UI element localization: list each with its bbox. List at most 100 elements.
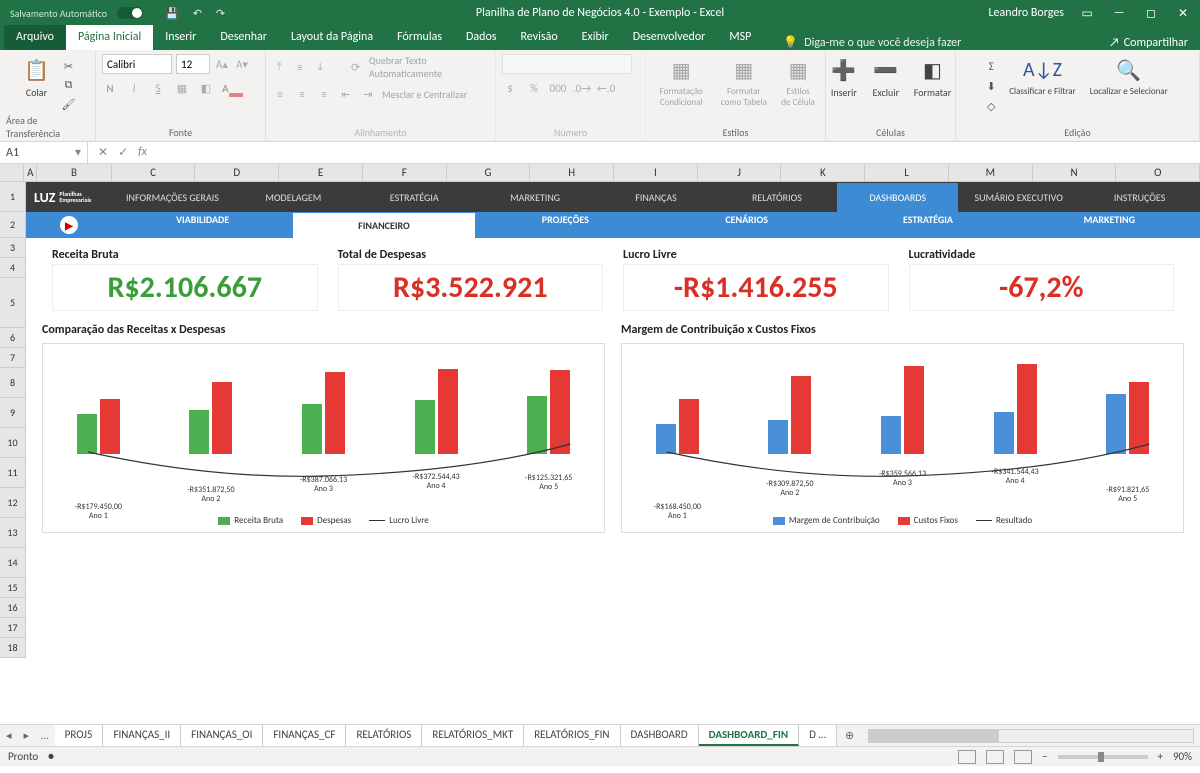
tab-página-inicial[interactable]: Página Inicial [66,25,153,50]
dash-nav-item[interactable]: INFORMAÇÕES GERAIS [112,183,233,212]
col-header[interactable]: J [698,164,782,181]
comma-icon[interactable]: 000 [550,80,566,96]
dash-nav-item[interactable]: ESTRATÉGIA [354,183,475,212]
col-header[interactable]: I [614,164,698,181]
col-header[interactable]: M [949,164,1033,181]
dash-subnav-item[interactable]: CENÁRIOS [656,213,837,238]
dash-subnav-item[interactable]: FINANCEIRO [293,213,474,238]
sheet-tab[interactable]: RELATÓRIOS_FIN [524,725,620,746]
dash-nav-item[interactable]: FINANÇAS [596,183,717,212]
sheet-tab[interactable]: DASHBOARD_FIN [699,725,799,746]
orientation-icon[interactable]: ⟳ [348,59,362,75]
row-header[interactable]: 13 [0,518,26,548]
increase-indent-icon[interactable]: ⇥ [360,86,376,102]
tab-revisão[interactable]: Revisão [509,25,570,50]
align-middle-icon[interactable]: ≡ [292,59,306,75]
tab-exibir[interactable]: Exibir [570,25,621,50]
select-all-corner[interactable] [0,164,24,181]
sheet-tab[interactable]: FINANÇAS_II [103,725,181,746]
row-header[interactable]: 14 [0,548,26,578]
play-icon[interactable]: ▶ [60,216,78,234]
col-header[interactable]: B [37,164,111,181]
autosave-toggle[interactable] [117,7,143,19]
enter-formula-icon[interactable]: ✓ [118,145,128,160]
sheet-tab[interactable]: DASHBOARD [621,725,699,746]
minimize-icon[interactable]: — [1110,6,1128,20]
font-color-icon[interactable]: A [222,82,243,95]
row-header[interactable]: 11 [0,458,26,488]
col-header[interactable]: K [781,164,865,181]
decrease-decimal-icon[interactable]: ←.0 [598,80,614,96]
tab-fórmulas[interactable]: Fórmulas [385,25,454,50]
border-icon[interactable]: ▦ [174,80,190,96]
dash-nav-item[interactable]: MARKETING [475,183,596,212]
chart-plot-area[interactable]: -R$168.450,00Ano 1-R$309.872,50Ano 2-R$3… [621,343,1184,533]
font-size-input[interactable] [176,54,210,74]
col-header[interactable]: O [1116,164,1200,181]
align-top-icon[interactable]: ⤒ [272,59,286,75]
share-button[interactable]: ↗ Compartilhar [1109,36,1200,50]
paste-button[interactable]: 📋 Colar [19,54,55,101]
row-header[interactable]: 6 [0,328,26,348]
dash-nav-item[interactable]: RELATÓRIOS [716,183,837,212]
align-right-icon[interactable]: ≡ [316,86,332,102]
new-sheet-button[interactable]: ⊕ [837,729,862,742]
dash-subnav-item[interactable]: ESTRATÉGIA [837,213,1018,238]
close-icon[interactable]: ✕ [1174,6,1192,21]
tell-me[interactable]: 💡 Diga-me o que você deseja fazer [783,35,961,50]
row-header[interactable]: 1 [0,182,26,212]
dash-subnav-item[interactable]: MARKETING [1019,213,1200,238]
clear-icon[interactable]: ◇ [983,98,999,114]
worksheet-grid[interactable]: ABCDEFGHIJKLMNO 123456789101112131415161… [0,164,1200,724]
merge-center-button[interactable]: Mesclar e Centralizar [382,88,467,101]
currency-icon[interactable]: $ [502,80,518,96]
tab-layout-da-página[interactable]: Layout da Página [279,25,385,50]
tab-file[interactable]: Arquivo [4,25,66,50]
align-center-icon[interactable]: ≡ [294,86,310,102]
sheet-tab[interactable]: RELATÓRIOS_MKT [422,725,524,746]
dash-nav-item[interactable]: INSTRUÇÕES [1079,183,1200,212]
decrease-indent-icon[interactable]: ⇤ [338,86,354,102]
find-select-button[interactable]: 🔍Localizar e Selecionar [1086,54,1172,99]
sheet-tab[interactable]: PROJ5 [55,725,104,746]
col-header[interactable]: D [195,164,279,181]
percent-icon[interactable]: % [526,80,542,96]
format-as-table-button[interactable]: ▦Formatar como Tabela [716,54,771,110]
user-name[interactable]: Leandro Borges [989,6,1065,20]
wrap-text-button[interactable]: Quebrar Texto Automaticamente [369,54,489,80]
row-header[interactable]: 3 [0,238,26,258]
row-header[interactable]: 7 [0,348,26,368]
align-left-icon[interactable]: ≡ [272,86,288,102]
increase-font-icon[interactable]: A▴ [214,56,230,72]
tab-msp[interactable]: MSP [717,25,763,50]
zoom-slider[interactable] [1058,755,1148,759]
row-header[interactable]: 17 [0,618,26,638]
fill-icon[interactable]: ⬇ [983,78,999,94]
save-icon[interactable]: 💾 [165,7,179,20]
col-header[interactable]: F [363,164,447,181]
sheet-tab[interactable]: FINANÇAS_CF [263,725,346,746]
col-header[interactable]: N [1033,164,1117,181]
dash-subnav-item[interactable]: PROJEÇÕES [475,213,656,238]
sheet-nav-more[interactable]: … [35,729,55,742]
ribbon-options-icon[interactable]: ▭ [1078,6,1096,21]
col-header[interactable]: L [865,164,949,181]
row-header[interactable]: 12 [0,488,26,518]
sheet-tab[interactable]: FINANÇAS_OI [181,725,263,746]
row-header[interactable]: 4 [0,258,26,278]
row-header[interactable]: 2 [0,212,26,238]
chart-plot-area[interactable]: -R$179.450,00Ano 1-R$351.872,50Ano 2-R$3… [42,343,605,533]
align-bottom-icon[interactable]: ⤓ [313,59,327,75]
row-header[interactable]: 9 [0,398,26,428]
italic-icon[interactable]: I [126,80,142,96]
horizontal-scrollbar[interactable] [868,729,1194,743]
dash-nav-item[interactable]: MODELAGEM [233,183,354,212]
redo-icon[interactable]: ↷ [216,7,225,20]
format-cells-button[interactable]: ◧Formatar [910,54,955,101]
col-header[interactable]: G [447,164,531,181]
conditional-formatting-button[interactable]: ▦Formatação Condicional [652,54,710,110]
sheet-nav-next[interactable]: ▸ [18,729,36,742]
col-header[interactable]: A [24,164,37,181]
name-box[interactable]: A1▾ [0,142,88,163]
row-header[interactable]: 10 [0,428,26,458]
